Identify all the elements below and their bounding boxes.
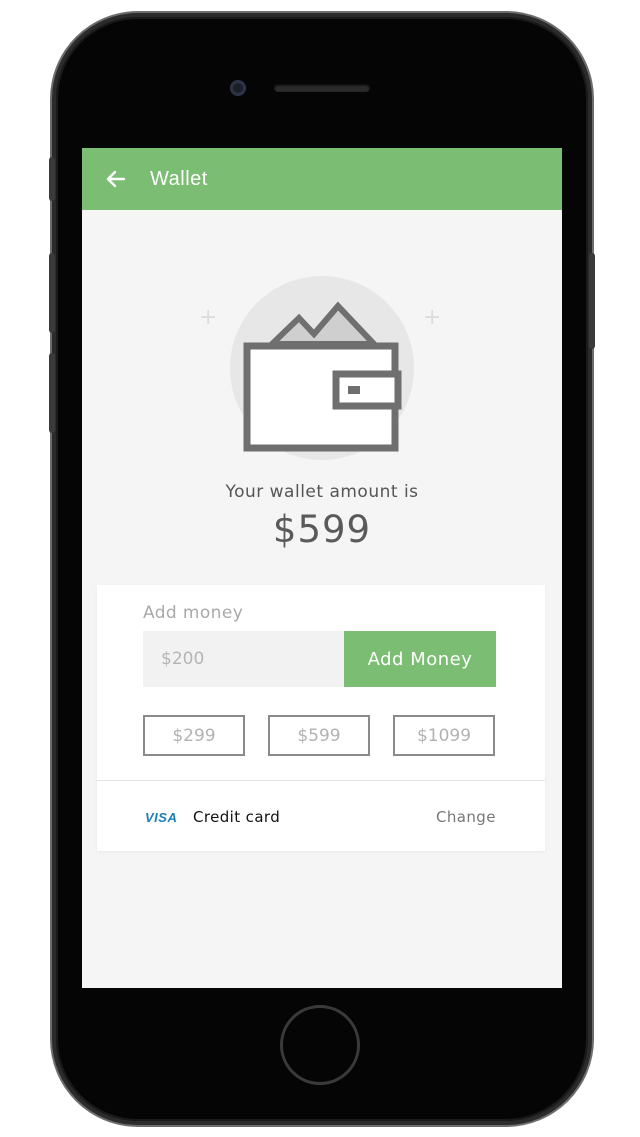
app-screen: Wallet + + Your wallet amount is $599 Ad… bbox=[82, 148, 562, 988]
preset-amount-button[interactable]: $299 bbox=[143, 715, 245, 756]
change-payment-link[interactable]: Change bbox=[436, 808, 496, 826]
amount-input[interactable] bbox=[143, 631, 344, 687]
app-bar: Wallet bbox=[82, 148, 562, 210]
payment-method-label: Credit card bbox=[193, 808, 281, 826]
wallet-balance: $599 bbox=[272, 508, 372, 551]
add-money-button[interactable]: Add Money bbox=[344, 631, 496, 687]
preset-amount-button[interactable]: $599 bbox=[268, 715, 370, 756]
earpiece-speaker bbox=[274, 84, 370, 92]
silent-switch bbox=[49, 157, 55, 201]
home-button[interactable] bbox=[280, 1005, 360, 1085]
volume-up-button bbox=[49, 253, 55, 333]
page-title: Wallet bbox=[150, 167, 208, 190]
arrow-left-icon[interactable] bbox=[104, 167, 128, 191]
plus-decoration-icon: + bbox=[423, 305, 442, 330]
visa-logo: VISA bbox=[145, 810, 178, 825]
plus-decoration-icon: + bbox=[199, 305, 218, 330]
divider bbox=[97, 780, 545, 781]
power-button bbox=[589, 253, 595, 349]
wallet-icon bbox=[243, 301, 402, 452]
wallet-amount-label: Your wallet amount is bbox=[225, 482, 419, 502]
preset-amount-button[interactable]: $1099 bbox=[393, 715, 495, 756]
add-money-label: Add money bbox=[143, 603, 244, 623]
volume-down-button bbox=[49, 353, 55, 433]
front-camera bbox=[230, 80, 246, 96]
add-money-card: Add money Add Money $299 $599 $1099 VISA… bbox=[97, 585, 545, 851]
